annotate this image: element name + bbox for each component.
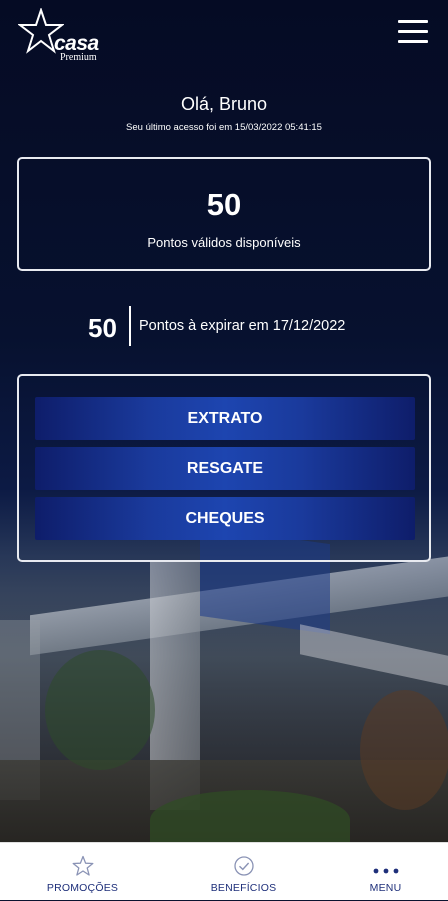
casa-premium-logo: casa Premium	[18, 8, 118, 64]
points-value: 50	[206, 187, 242, 222]
app-header: casa Premium	[0, 0, 448, 80]
expiring-points-label: Pontos à expirar em 17/12/2022	[139, 318, 346, 334]
cheques-button[interactable]: CHEQUES	[35, 497, 415, 540]
hamburger-icon-bar	[398, 40, 428, 43]
hamburger-icon-bar	[398, 30, 428, 33]
extrato-button[interactable]: EXTRATO	[35, 397, 415, 440]
expiring-points-row: 50 Pontos à expirar em 17/12/2022	[0, 306, 448, 346]
check-circle-icon	[233, 856, 254, 876]
actions-panel: EXTRATO RESGATE CHEQUES	[17, 374, 431, 562]
hamburger-menu-button[interactable]	[398, 20, 428, 44]
tab-promocoes[interactable]: PROMOÇÕES	[8, 843, 157, 901]
hamburger-icon-bar	[398, 20, 428, 23]
resgate-button[interactable]: RESGATE	[35, 447, 415, 490]
tree	[45, 650, 155, 770]
more-dots-icon	[373, 868, 398, 874]
tree	[360, 690, 448, 810]
star-outline-icon	[72, 855, 93, 876]
tab-menu-label: MENU	[369, 882, 402, 894]
tab-beneficios-label: BENEFÍCIOS	[210, 882, 277, 894]
expiring-points-value: 50	[88, 313, 117, 343]
shrub	[150, 790, 350, 842]
building-canopy	[300, 624, 448, 686]
last-access-text: Seu último acesso foi em 15/03/2022 05:4…	[126, 122, 322, 133]
points-label: Pontos válidos disponíveis	[147, 235, 301, 250]
divider	[129, 306, 131, 346]
tab-beneficios[interactable]: BENEFÍCIOS	[169, 843, 318, 901]
greeting-text: Olá, Bruno	[180, 94, 268, 114]
tab-promocoes-label: PROMOÇÕES	[46, 882, 119, 894]
points-card: 50 Pontos válidos disponíveis	[17, 157, 431, 271]
tab-menu[interactable]: MENU	[311, 843, 448, 901]
logo-premium-text: Premium	[60, 52, 97, 63]
bottom-tab-bar: PROMOÇÕES BENEFÍCIOS MENU	[0, 842, 448, 900]
